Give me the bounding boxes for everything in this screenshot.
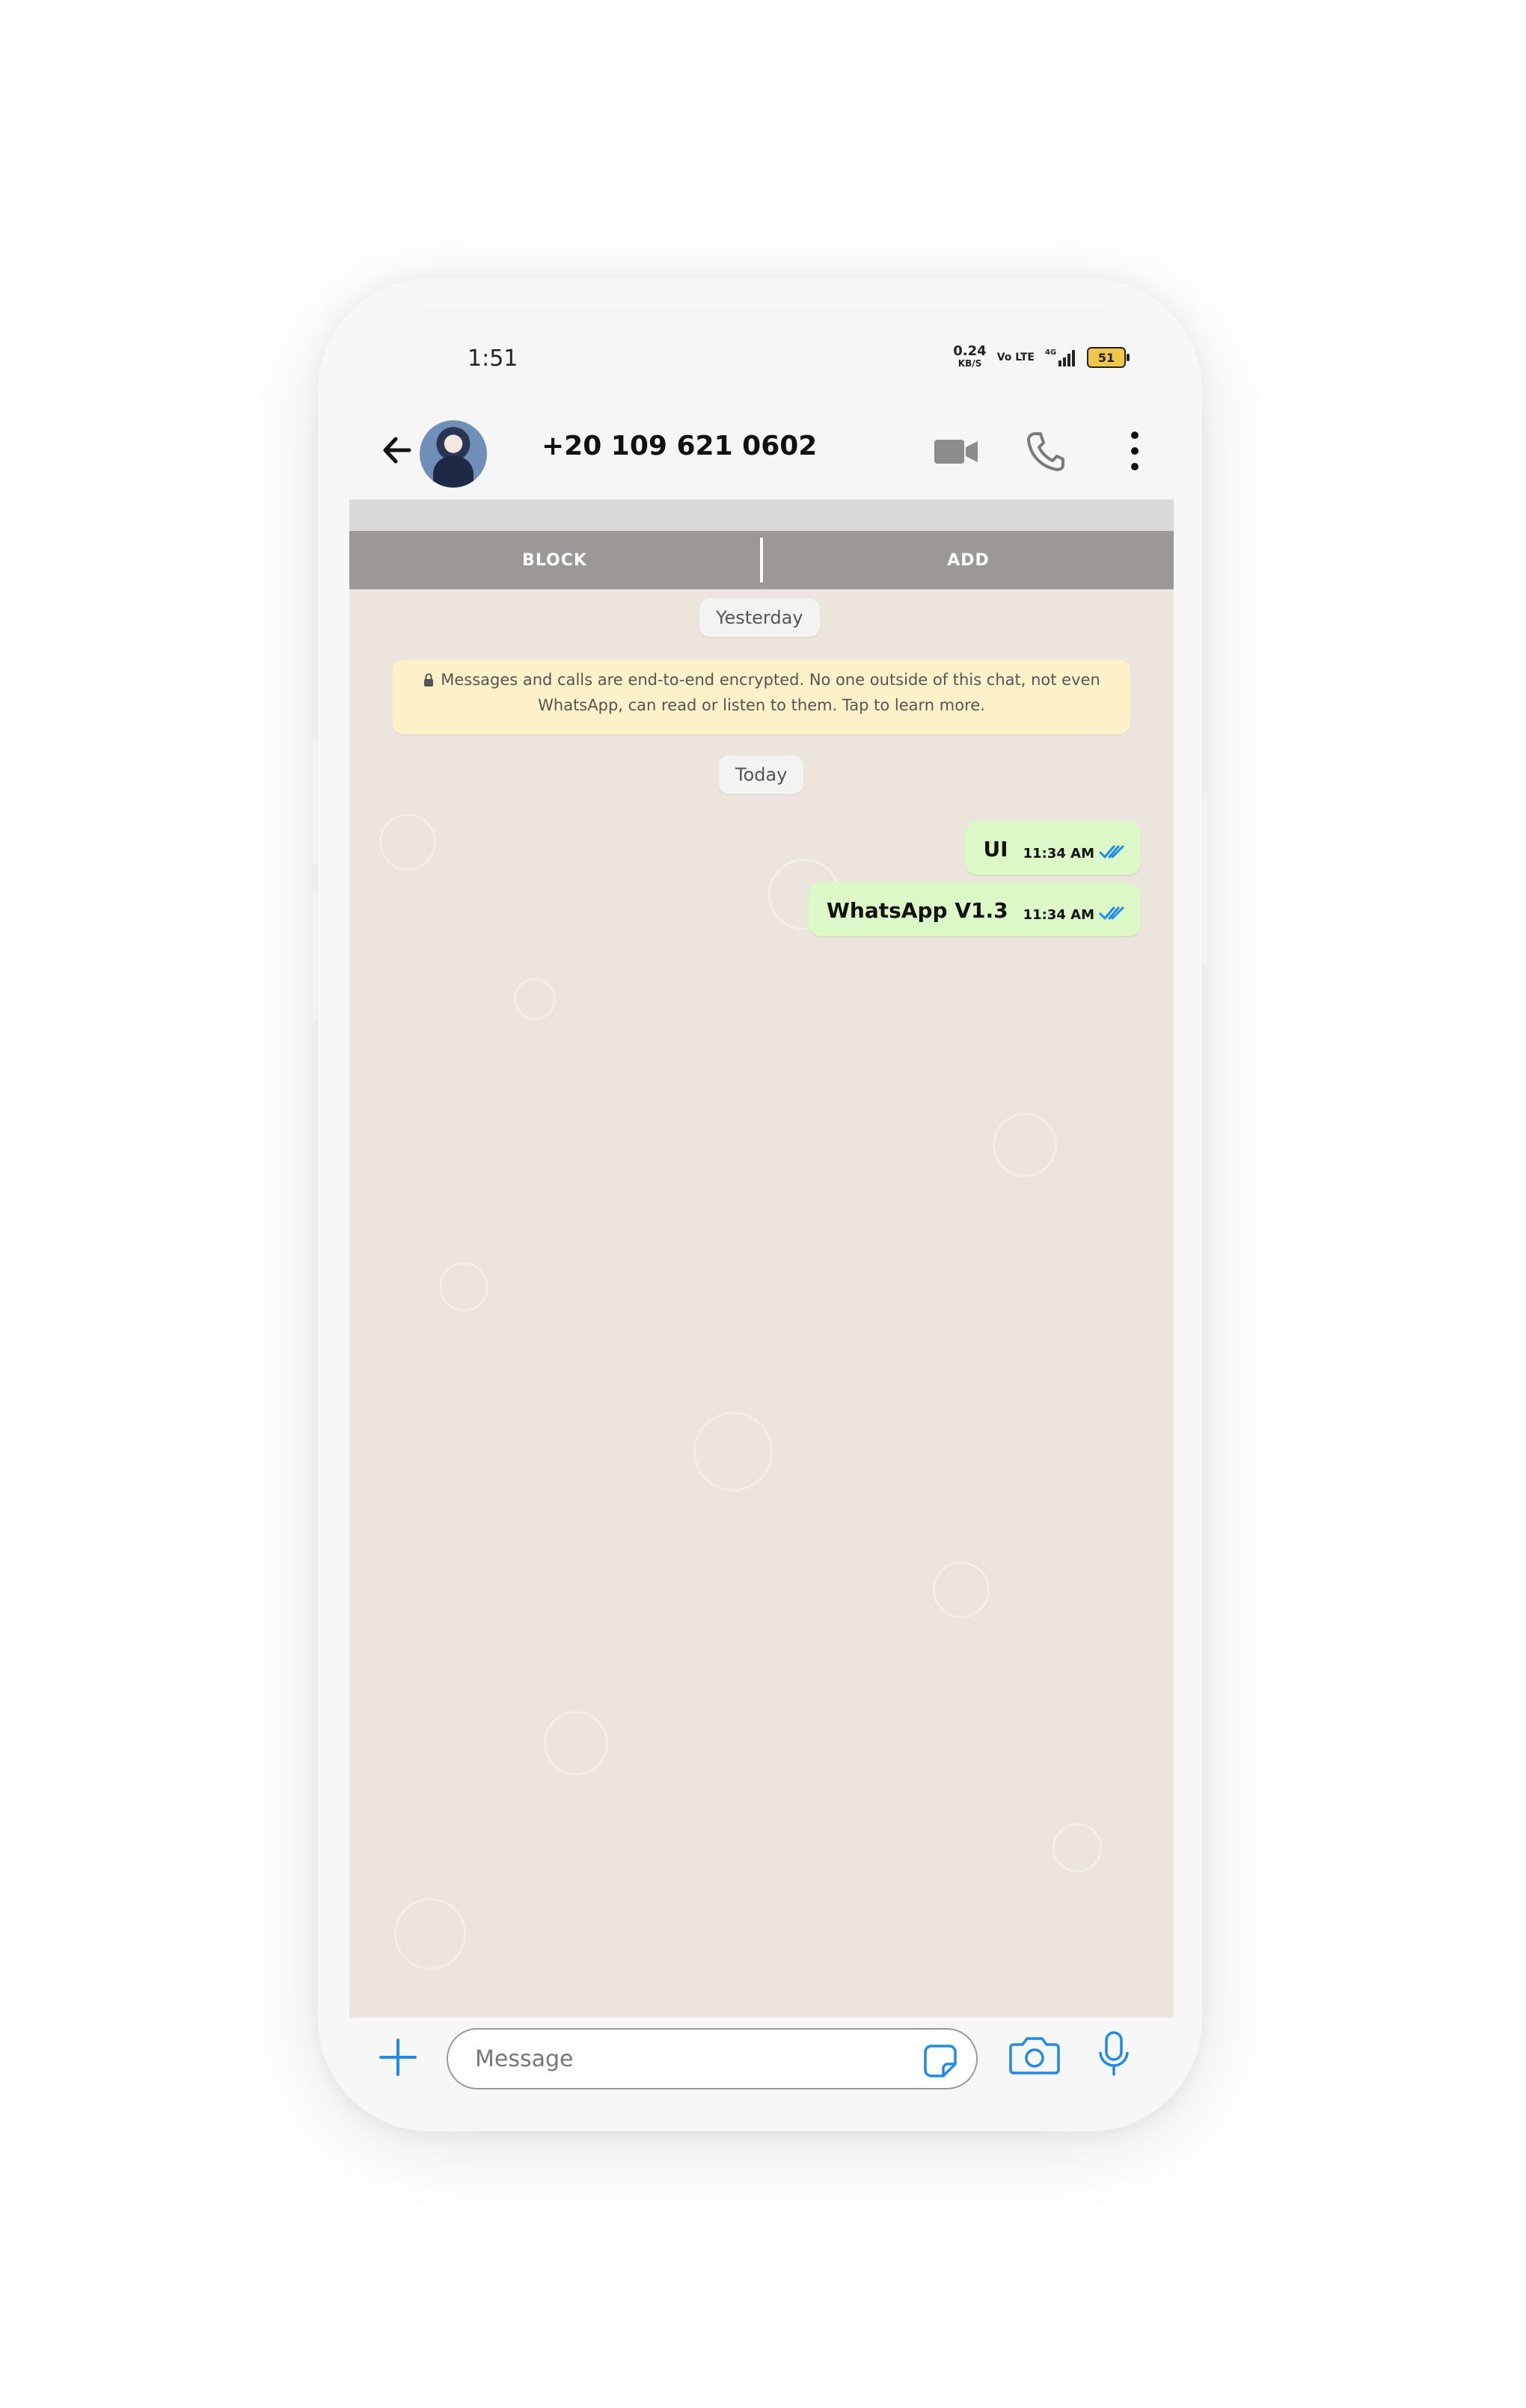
message-text: WhatsApp V1.3 [827,898,1008,923]
side-button [313,891,319,1019]
wallpaper-doodle [439,1262,488,1312]
unknown-contact-actions: BLOCK ADD [349,531,1174,589]
wallpaper-doodle [933,1561,990,1618]
network-speed: 0.24 KB/S [953,345,986,369]
contact-name[interactable]: +20 109 621 0602 [542,431,817,461]
header-divider [349,500,1174,531]
message-bubble-outgoing[interactable]: WhatsApp V1.3 11:34 AM [809,882,1141,936]
add-button[interactable]: ADD [763,551,1174,570]
video-call-icon[interactable] [933,437,979,467]
volte-indicator: Vo LTE [996,351,1035,363]
wallpaper-doodle [693,1412,773,1491]
wallpaper-doodle [514,978,556,1020]
wallpaper-doodle [993,1113,1057,1177]
wallpaper-doodle [394,1898,466,1970]
signal-label: 4G [1045,348,1056,357]
plus-icon[interactable] [378,2037,418,2077]
wallpaper-doodle [544,1711,608,1775]
date-divider-today: Today [719,755,804,794]
network-speed-value: 0.24 [953,343,987,359]
message-time: 11:34 AM [1023,846,1094,861]
avatar[interactable] [420,420,487,488]
camera-icon[interactable] [1008,2033,1061,2077]
network-speed-unit: KB/S [957,358,982,369]
chat-area[interactable]: Yesterday Messages and calls are end-to-… [349,589,1174,2018]
status-bar: 1:51 0.24 KB/S Vo LTE 4G 51 [349,308,1174,398]
block-button[interactable]: BLOCK [349,551,760,570]
lock-icon [424,673,434,687]
battery-icon: 51 [1087,347,1130,368]
date-divider-yesterday: Yesterday [699,598,820,637]
microphone-icon[interactable] [1097,2030,1130,2077]
message-composer [349,2018,1174,2092]
status-time: 1:51 [468,345,518,372]
screen: 1:51 0.24 KB/S Vo LTE 4G 51 +20 109 621 … [349,308,1174,2092]
phone-icon[interactable] [1026,431,1064,471]
power-button [1201,793,1207,965]
message-bubble-outgoing[interactable]: UI 11:34 AM [965,821,1141,875]
message-input[interactable] [474,2043,895,2074]
back-arrow-icon[interactable] [378,430,418,470]
side-button [313,737,319,864]
message-text: UI [983,837,1008,861]
sticker-icon[interactable] [921,2042,960,2080]
encryption-notice[interactable]: Messages and calls are end-to-end encryp… [393,660,1130,734]
double-check-icon [1099,906,1124,920]
wallpaper-doodle [1052,1823,1102,1873]
encryption-notice-text: Messages and calls are end-to-end encryp… [441,671,1100,714]
signal-icon: 4G [1045,348,1075,366]
message-time: 11:34 AM [1023,907,1094,923]
wallpaper-doodle [379,814,436,870]
chat-header: +20 109 621 0602 [349,398,1174,503]
double-check-icon [1099,845,1124,859]
status-icons: 0.24 KB/S Vo LTE 4G 51 [953,345,1130,369]
message-box [447,2028,978,2089]
more-vertical-icon[interactable] [1127,429,1142,473]
